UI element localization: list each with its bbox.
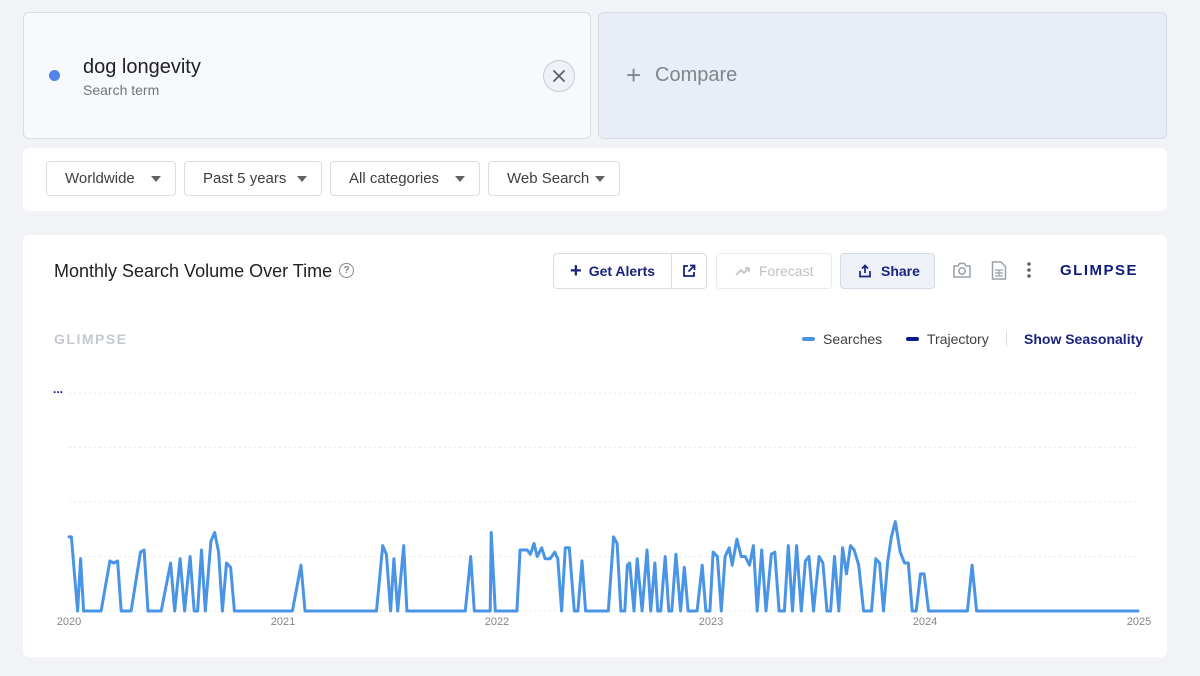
filter-category[interactable]: All categories (330, 161, 480, 196)
chart-panel: Monthly Search Volume Over Time ? + Get … (23, 235, 1167, 657)
y-axis-ellipsis: ... (53, 382, 63, 396)
caret-down-icon (595, 176, 605, 182)
caret-down-icon (151, 176, 161, 182)
filter-search-type-label: Web Search (507, 170, 590, 187)
remove-term-button[interactable] (543, 60, 575, 92)
search-volume-chart: ... 2020 2021 2022 2023 2024 2025 (53, 382, 1151, 628)
filter-search-type[interactable]: Web Search (488, 161, 620, 196)
compare-label: Compare (655, 64, 738, 86)
caret-down-icon (455, 176, 465, 182)
caret-down-icon (297, 176, 307, 182)
search-term-card: dog longevity Search term (23, 12, 591, 139)
search-term-subtitle: Search term (83, 82, 160, 98)
filter-location-label: Worldwide (65, 170, 135, 187)
x-tick-label-2023: 2023 (699, 616, 723, 628)
compare-button[interactable]: + Compare (598, 12, 1167, 139)
filter-category-label: All categories (349, 170, 440, 187)
x-tick-label-2025: 2025 (1127, 616, 1151, 628)
x-tick-label-2021: 2021 (271, 616, 295, 628)
filter-time-range[interactable]: Past 5 years (184, 161, 322, 196)
close-icon (553, 70, 565, 82)
search-term-name: dog longevity (83, 56, 201, 78)
plus-icon: + (626, 60, 642, 90)
x-tick-label-2024: 2024 (913, 616, 937, 628)
term-color-dot (49, 70, 60, 81)
filter-time-range-label: Past 5 years (203, 170, 287, 187)
x-tick-label-2020: 2020 (57, 616, 81, 628)
filter-bar: Worldwide Past 5 years All categories We… (23, 148, 1167, 211)
filter-location[interactable]: Worldwide (46, 161, 176, 196)
series-line-searches (67, 520, 1140, 613)
x-tick-label-2022: 2022 (485, 616, 509, 628)
